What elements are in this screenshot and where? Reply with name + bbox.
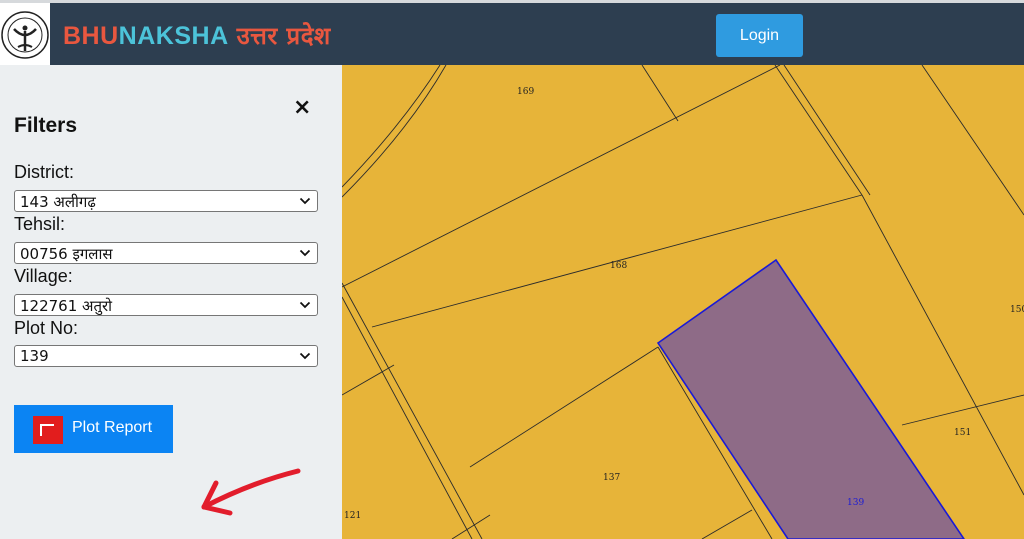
- red-arrow-annotation: [201, 468, 301, 516]
- map-parcels: [342, 65, 1024, 539]
- filters-title: Filters: [14, 114, 78, 137]
- plot-report-label: Plot Report: [72, 419, 153, 436]
- brand-part-bhu: BHU: [63, 22, 119, 50]
- plot-no-select[interactable]: 139: [14, 345, 318, 367]
- chevron-down-icon: [299, 197, 311, 205]
- plot-label: 169: [517, 87, 535, 97]
- login-button[interactable]: Login: [716, 14, 803, 57]
- plot-report-button[interactable]: Plot Report: [14, 405, 173, 453]
- plot-no-select-value: 139: [20, 347, 49, 365]
- village-select[interactable]: 122761 अतुरो: [14, 294, 318, 316]
- tehsil-select-value: 00756 इगलास: [20, 245, 113, 263]
- village-label: Village:: [14, 266, 73, 286]
- district-label: District:: [14, 162, 74, 182]
- app-header: BHUNAKSHA उत्तर प्रदेश Login: [0, 3, 1024, 65]
- cadastral-map[interactable]: 169 168 150 151 137 139 121: [342, 65, 1024, 539]
- plot-label: 121: [344, 511, 362, 521]
- district-select[interactable]: 143 अलीगढ़: [14, 190, 318, 212]
- plot-label: 137: [603, 473, 621, 483]
- tehsil-label: Tehsil:: [14, 214, 66, 234]
- plot-label: 150: [1010, 305, 1024, 315]
- up-emblem-logo: [0, 3, 50, 65]
- chevron-down-icon: [299, 352, 311, 360]
- brand-state-name: उत्तर प्रदेश: [236, 22, 331, 50]
- chevron-down-icon: [299, 301, 311, 309]
- district-select-value: 143 अलीगढ़: [20, 193, 96, 211]
- tehsil-select[interactable]: 00756 इगलास: [14, 242, 318, 264]
- app-brand: BHUNAKSHA उत्तर प्रदेश: [63, 19, 331, 52]
- plot-label: 168: [610, 261, 628, 271]
- village-select-value: 122761 अतुरो: [20, 297, 113, 315]
- brand-part-naksha: NAKSHA: [118, 22, 229, 50]
- close-icon[interactable]: ×: [293, 95, 311, 120]
- plot-label: 151: [954, 428, 972, 438]
- selected-plot-label: 139: [847, 498, 865, 508]
- chevron-down-icon: [299, 249, 311, 257]
- report-icon: [33, 416, 63, 444]
- filters-panel: × Filters District: 143 अलीगढ़ Tehsil: 0…: [0, 65, 342, 539]
- plot-no-label: Plot No:: [14, 318, 79, 338]
